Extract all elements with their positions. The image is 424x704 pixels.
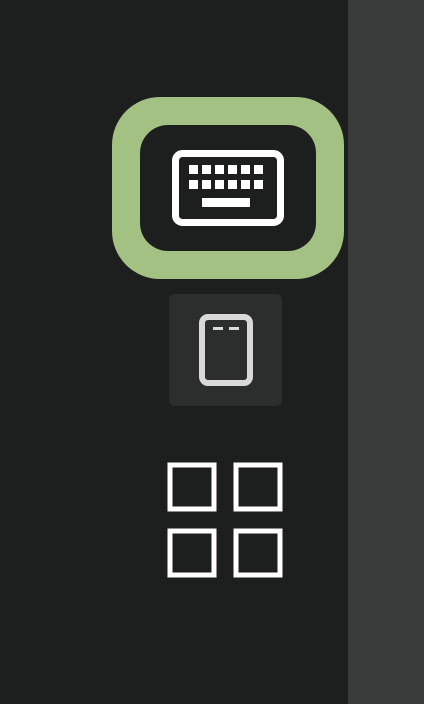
grid-icon bbox=[167, 462, 283, 578]
device-icon bbox=[198, 314, 253, 386]
apps-grid-button[interactable] bbox=[163, 458, 287, 582]
device-button[interactable] bbox=[169, 294, 282, 406]
content-panel-edge bbox=[348, 0, 424, 704]
keyboard-button[interactable] bbox=[140, 125, 316, 251]
side-toolbar bbox=[0, 0, 348, 704]
screen bbox=[0, 0, 424, 704]
keyboard-icon bbox=[172, 150, 284, 226]
